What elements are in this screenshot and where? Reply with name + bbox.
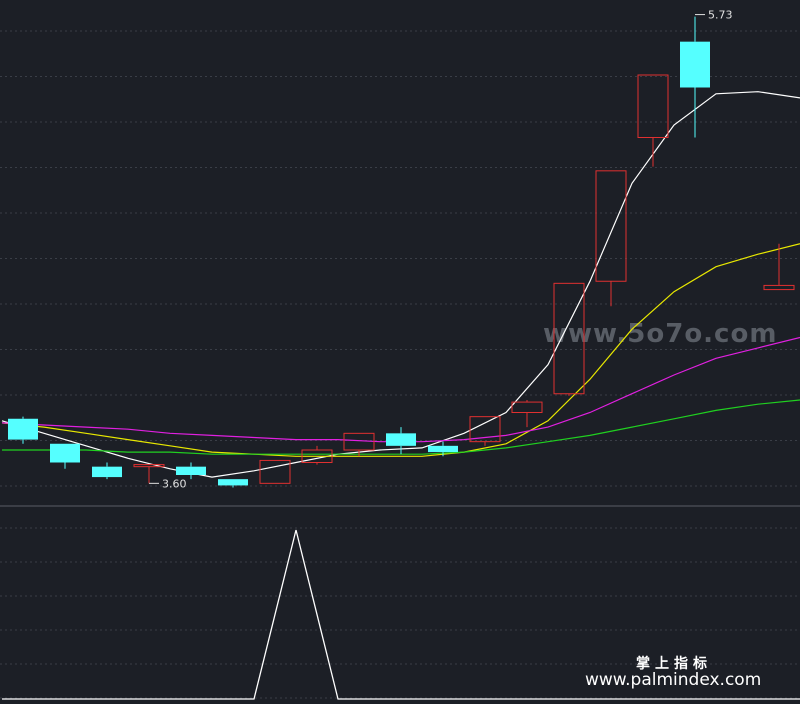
candle-9: [386, 427, 416, 455]
candle-body: [511, 401, 543, 414]
candle-body: [259, 459, 291, 484]
candle-12: [511, 400, 543, 428]
annotation-label-0: 5.73: [708, 9, 733, 22]
moving-average-lines: [1, 91, 800, 478]
candle-body: [428, 445, 458, 453]
candle-11: [469, 416, 501, 446]
grid-lines: [0, 30, 800, 699]
watermark: www.5o7o.com: [543, 319, 777, 349]
candle-body: [50, 443, 80, 463]
candle-body: [637, 74, 669, 138]
candle-body: [386, 433, 416, 446]
ma-line-0: [1, 91, 800, 478]
candle-body: [92, 466, 122, 478]
candle-18: [763, 243, 795, 291]
candle-1: [50, 443, 80, 469]
candle-2: [92, 462, 122, 480]
candle-5: [218, 479, 248, 488]
price-annotations: 5.73 3.60: [149, 9, 733, 490]
kline-chart: www.5o7o.com 5.733.60 掌上指标 www.palmindex…: [0, 9, 800, 700]
candle-6: [259, 459, 291, 484]
candle-body: [763, 284, 795, 291]
candle-body: [176, 466, 206, 475]
candle-body: [595, 170, 627, 282]
candle-body: [680, 41, 710, 88]
candle-16: [680, 16, 710, 138]
candlesticks: [8, 16, 795, 488]
brand-url: www.palmindex.com: [585, 670, 761, 690]
candle-body: [8, 418, 38, 440]
candle-body: [218, 479, 248, 486]
ma-line-2: [1, 336, 800, 443]
candle-7: [301, 445, 333, 465]
candle-15: [637, 74, 669, 167]
candle-3: [133, 464, 165, 484]
candle-0: [8, 416, 38, 444]
chart-root: www.5o7o.com 5.73 3.60 掌上指标 www.palmindex…: [0, 0, 800, 704]
annotation-label-1: 3.60: [162, 477, 187, 490]
candle-14: [595, 170, 627, 307]
